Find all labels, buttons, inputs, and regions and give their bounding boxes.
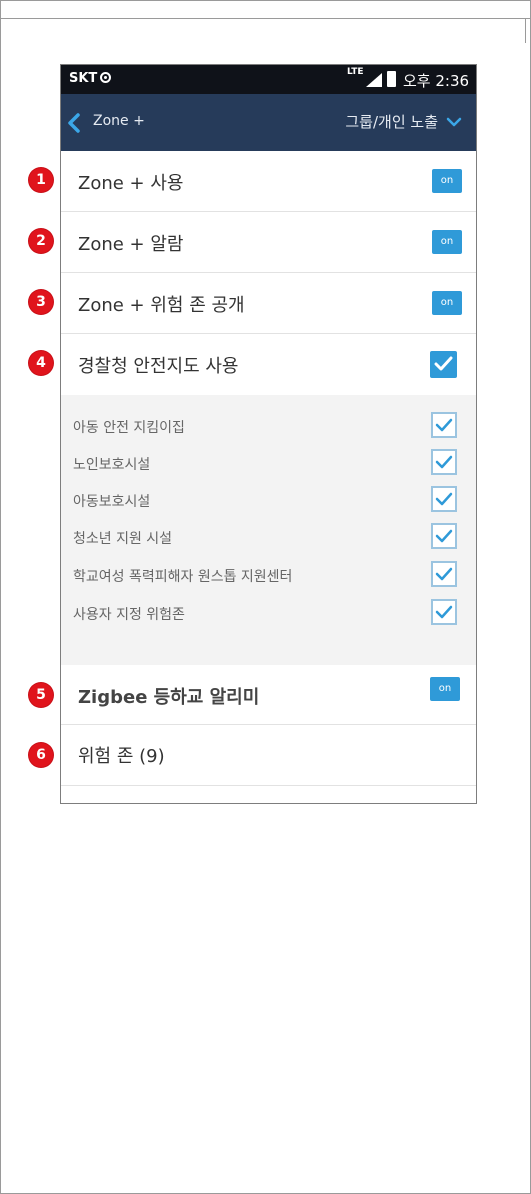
list-item-label: 아동보호시설 — [73, 494, 151, 510]
setting-row-zone-alarm: Zone + 알람 on — [61, 212, 476, 273]
category-checkbox[interactable] — [431, 412, 457, 438]
frame-divider — [0, 18, 531, 19]
setting-label: Zone + 사용 — [78, 173, 184, 194]
category-checkbox[interactable] — [431, 486, 457, 512]
setting-label: 경찰청 안전지도 사용 — [78, 356, 239, 377]
setting-label: Zone + 알람 — [78, 234, 184, 255]
clock-label: 오후 2:36 — [403, 72, 470, 90]
setting-row-danger-zone-public: Zone + 위험 존 공개 on — [61, 273, 476, 334]
back-arrow-icon[interactable] — [67, 113, 81, 133]
callout-badge: 4 — [29, 351, 53, 375]
setting-row-danger-zones[interactable]: 위험 존 (9) — [61, 725, 476, 785]
list-item-label: 학교여성 폭력피해자 원스톱 지원센터 — [73, 569, 293, 585]
callout-badge: 2 — [29, 229, 53, 253]
callout-badge: 6 — [29, 743, 53, 767]
phone-screen: SKT LTE 오후 2:36 Zone + 그룹/개인 노출 Zone + 사… — [60, 64, 477, 804]
group-visibility-dropdown[interactable]: 그룹/개인 노출 — [345, 111, 438, 132]
setting-row-police-safety-map: 경찰청 안전지도 사용 — [61, 334, 476, 395]
setting-row-zone-use: Zone + 사용 on — [61, 151, 476, 212]
category-checkbox[interactable] — [431, 599, 457, 625]
police-safety-map-checkbox[interactable] — [430, 351, 457, 378]
checkmark-icon — [435, 605, 453, 619]
checkmark-icon — [435, 529, 453, 543]
setting-row-zigbee: Zigbee 등하교 알리미 on — [61, 665, 476, 725]
battery-icon — [387, 71, 396, 87]
zone-alarm-toggle[interactable]: on — [432, 230, 462, 254]
gps-icon — [100, 72, 111, 83]
zone-use-toggle[interactable]: on — [432, 169, 462, 193]
list-item-label: 아동 안전 지킴이집 — [73, 420, 185, 436]
screen-title[interactable]: Zone + — [93, 113, 145, 129]
callout-badge: 5 — [29, 683, 53, 707]
carrier-label: SKT — [69, 71, 98, 86]
frame-divider — [525, 19, 531, 43]
danger-zone-public-toggle[interactable]: on — [432, 291, 462, 315]
checkmark-icon — [435, 418, 453, 432]
list-item-label: 노인보호시설 — [73, 457, 151, 473]
network-type-label: LTE — [347, 67, 364, 77]
checkmark-icon — [434, 356, 453, 371]
chevron-down-icon[interactable] — [446, 117, 462, 127]
safety-map-category-list: 아동 안전 지킴이집 노인보호시설 아동보호시설 청소년 지원 시설 학교여성 … — [61, 395, 476, 665]
list-item-label: 청소년 지원 시설 — [73, 531, 173, 547]
callout-badge: 3 — [29, 290, 53, 314]
zigbee-toggle[interactable]: on — [430, 677, 460, 701]
checkmark-icon — [435, 455, 453, 469]
category-checkbox[interactable] — [431, 449, 457, 475]
divider — [61, 785, 476, 786]
setting-label: 위험 존 (9) — [78, 746, 165, 767]
checkmark-icon — [435, 567, 453, 581]
checkmark-icon — [435, 492, 453, 506]
setting-label: Zone + 위험 존 공개 — [78, 295, 245, 316]
category-checkbox[interactable] — [431, 561, 457, 587]
signal-icon — [366, 73, 382, 87]
status-bar: SKT LTE 오후 2:36 — [61, 65, 476, 94]
app-bar: Zone + 그룹/개인 노출 — [61, 94, 476, 151]
callout-badge: 1 — [29, 168, 53, 192]
list-item-label: 사용자 지정 위험존 — [73, 607, 185, 623]
category-checkbox[interactable] — [431, 523, 457, 549]
setting-label: Zigbee 등하교 알리미 — [78, 687, 260, 708]
